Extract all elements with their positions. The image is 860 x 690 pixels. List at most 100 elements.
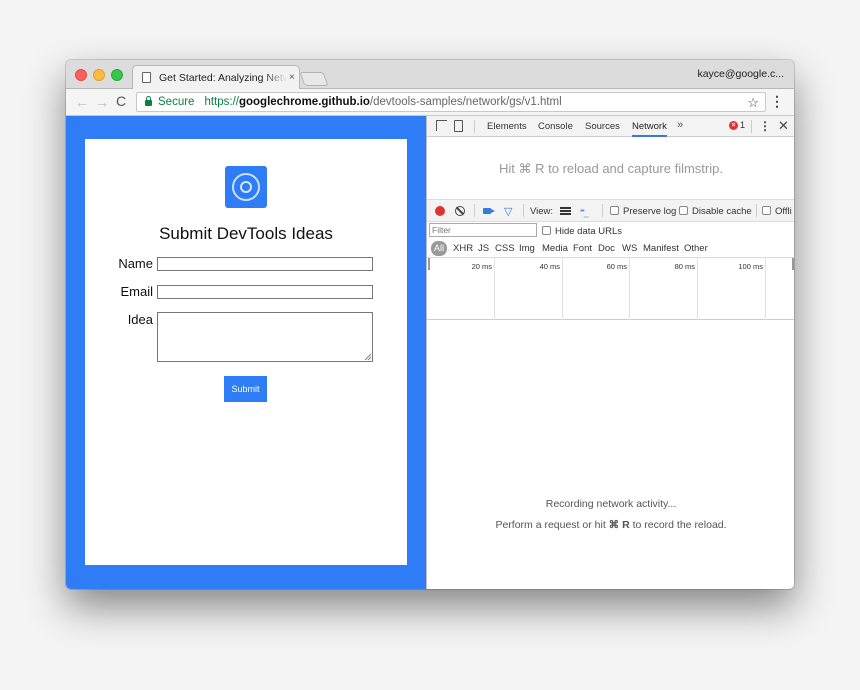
more-tabs-icon[interactable]: » — [677, 119, 683, 131]
divider — [602, 204, 603, 217]
filter-icon[interactable]: ▽ — [504, 205, 512, 218]
tab-network[interactable]: Network — [632, 121, 667, 137]
perform-request-suffix: to record the reload. — [629, 519, 727, 531]
reload-shortcut: ⌘ R — [608, 519, 630, 531]
name-label: Name — [118, 256, 153, 271]
capture-screenshots-icon[interactable] — [483, 208, 495, 214]
timeline-tick: 20 ms — [427, 258, 495, 320]
preserve-log-checkbox[interactable] — [610, 206, 619, 215]
network-toolbar: ▽ View: ⁼‗ Preserve log Disable cache Of… — [427, 200, 794, 222]
resource-type-filters: All XHR JS CSS Img Media Font Doc WS Man… — [427, 239, 794, 258]
page-viewport: Submit DevTools Ideas Name Email Idea Su… — [66, 116, 426, 589]
type-filter-doc[interactable]: Doc — [598, 243, 615, 254]
resize-grip-icon[interactable] — [365, 354, 371, 360]
type-filter-img[interactable]: Img — [519, 243, 535, 254]
inspect-element-icon[interactable] — [436, 120, 447, 131]
timeline-tick: 40 ms — [495, 258, 563, 320]
perform-request-message: Perform a request or hit ⌘ R to record t… — [427, 519, 794, 531]
devtools-close-icon[interactable]: ✕ — [778, 118, 789, 134]
filmstrip-message: Hit ⌘ R to reload and capture filmstrip. — [427, 138, 794, 200]
submit-button[interactable]: Submit — [224, 376, 267, 402]
filter-row: Filter Hide data URLs — [427, 222, 794, 239]
reload-icon[interactable]: C — [116, 93, 126, 109]
maximize-window-button[interactable] — [111, 69, 123, 81]
recording-message: Recording network activity... — [545, 498, 677, 510]
email-input[interactable] — [157, 285, 373, 299]
hide-data-urls-checkbox[interactable] — [542, 226, 551, 235]
type-filter-css[interactable]: CSS — [495, 243, 515, 254]
network-overview-timeline[interactable]: 20 ms 40 ms 60 ms 80 ms 100 ms — [427, 258, 794, 320]
tab-title: Get Started: Analyzing Network — [159, 71, 287, 84]
filter-input[interactable]: Filter — [429, 223, 537, 237]
error-count: 1 — [740, 120, 746, 130]
tab-strip: Get Started: Analyzing Network × kayce@g… — [66, 60, 794, 89]
disable-cache-label[interactable]: Disable cache — [692, 206, 752, 217]
forward-icon[interactable]: → — [95, 94, 109, 110]
browser-tab-content[interactable]: Get Started: Analyzing Network × — [132, 66, 300, 89]
type-filter-media[interactable]: Media — [542, 243, 568, 254]
type-filter-xhr[interactable]: XHR — [453, 243, 473, 254]
type-filter-js[interactable]: JS — [478, 243, 489, 254]
offline-checkbox[interactable] — [762, 206, 771, 215]
record-icon[interactable] — [435, 206, 445, 216]
divider — [474, 204, 475, 217]
close-window-button[interactable] — [75, 69, 87, 81]
timeline-tick-label: 60 ms — [606, 262, 627, 271]
preserve-log-label[interactable]: Preserve log — [623, 206, 676, 217]
view-label: View: — [530, 206, 554, 217]
tab-console[interactable]: Console — [538, 121, 573, 132]
type-filter-font[interactable]: Font — [573, 243, 592, 254]
divider — [756, 204, 757, 217]
new-tab-button[interactable] — [299, 72, 329, 86]
form-card: Submit DevTools Ideas Name Email Idea Su… — [85, 139, 407, 565]
email-label: Email — [120, 284, 153, 299]
minimize-window-button[interactable] — [93, 69, 105, 81]
type-filter-all[interactable]: All — [431, 241, 448, 256]
timeline-tick-label: 20 ms — [471, 262, 492, 271]
offline-label[interactable]: Offli — [775, 206, 792, 217]
back-icon[interactable]: ← — [75, 94, 89, 110]
devtools-menu-icon[interactable]: ⋮ — [759, 119, 771, 133]
disable-cache-checkbox[interactable] — [679, 206, 688, 215]
large-rows-icon[interactable] — [560, 207, 571, 215]
type-filter-manifest[interactable]: Manifest — [643, 243, 679, 254]
divider — [751, 120, 752, 133]
lock-icon — [145, 96, 152, 106]
hide-data-urls-label[interactable]: Hide data URLs — [555, 226, 622, 237]
timeline-tick: 100 ms — [698, 258, 766, 320]
logo-center-icon — [240, 181, 252, 193]
divider — [523, 204, 524, 217]
name-input[interactable] — [157, 257, 373, 271]
url-scheme: https:// — [204, 96, 239, 108]
timeline-tick-label: 80 ms — [674, 262, 695, 271]
device-toolbar-icon[interactable] — [454, 120, 463, 132]
type-filter-ws[interactable]: WS — [622, 243, 637, 254]
bookmark-star-icon[interactable]: ☆ — [747, 95, 759, 111]
browser-menu-icon[interactable]: ⋮ — [770, 93, 784, 110]
logo-ring-icon — [232, 173, 260, 201]
idea-label: Idea — [127, 312, 153, 327]
tab-elements[interactable]: Elements — [487, 121, 527, 132]
browser-window: Get Started: Analyzing Network × kayce@g… — [66, 60, 794, 589]
divider — [474, 120, 475, 133]
url-path: /devtools-samples/network/gs/v1.html — [369, 96, 562, 108]
profile-name[interactable]: kayce@google.c... — [697, 68, 784, 80]
url-host: googlechrome.github.io — [238, 96, 370, 108]
clear-icon[interactable] — [455, 206, 465, 216]
error-counter[interactable]: × 1 — [729, 120, 745, 130]
secure-label: Secure — [158, 96, 195, 108]
timeline-tick-label: 100 ms — [738, 262, 763, 271]
tab-close-icon[interactable]: × — [289, 72, 295, 83]
page-icon — [142, 72, 151, 83]
type-filter-other[interactable]: Other — [684, 243, 708, 254]
browser-toolbar: ← → C Secure https:// googlechrome.githu… — [66, 89, 794, 116]
perform-request-text: Perform a request or hit — [495, 519, 609, 531]
error-icon: × — [729, 120, 738, 130]
idea-textarea[interactable] — [157, 312, 373, 362]
tab-sources[interactable]: Sources — [585, 121, 620, 132]
overview-icon[interactable]: ⁼‗ — [580, 207, 589, 218]
form-title: Submit DevTools Ideas — [159, 224, 333, 243]
address-bar[interactable]: Secure https:// googlechrome.github.io /… — [136, 92, 766, 112]
chrome-devtools-logo — [225, 166, 267, 208]
timeline-right-handle[interactable] — [792, 258, 794, 270]
